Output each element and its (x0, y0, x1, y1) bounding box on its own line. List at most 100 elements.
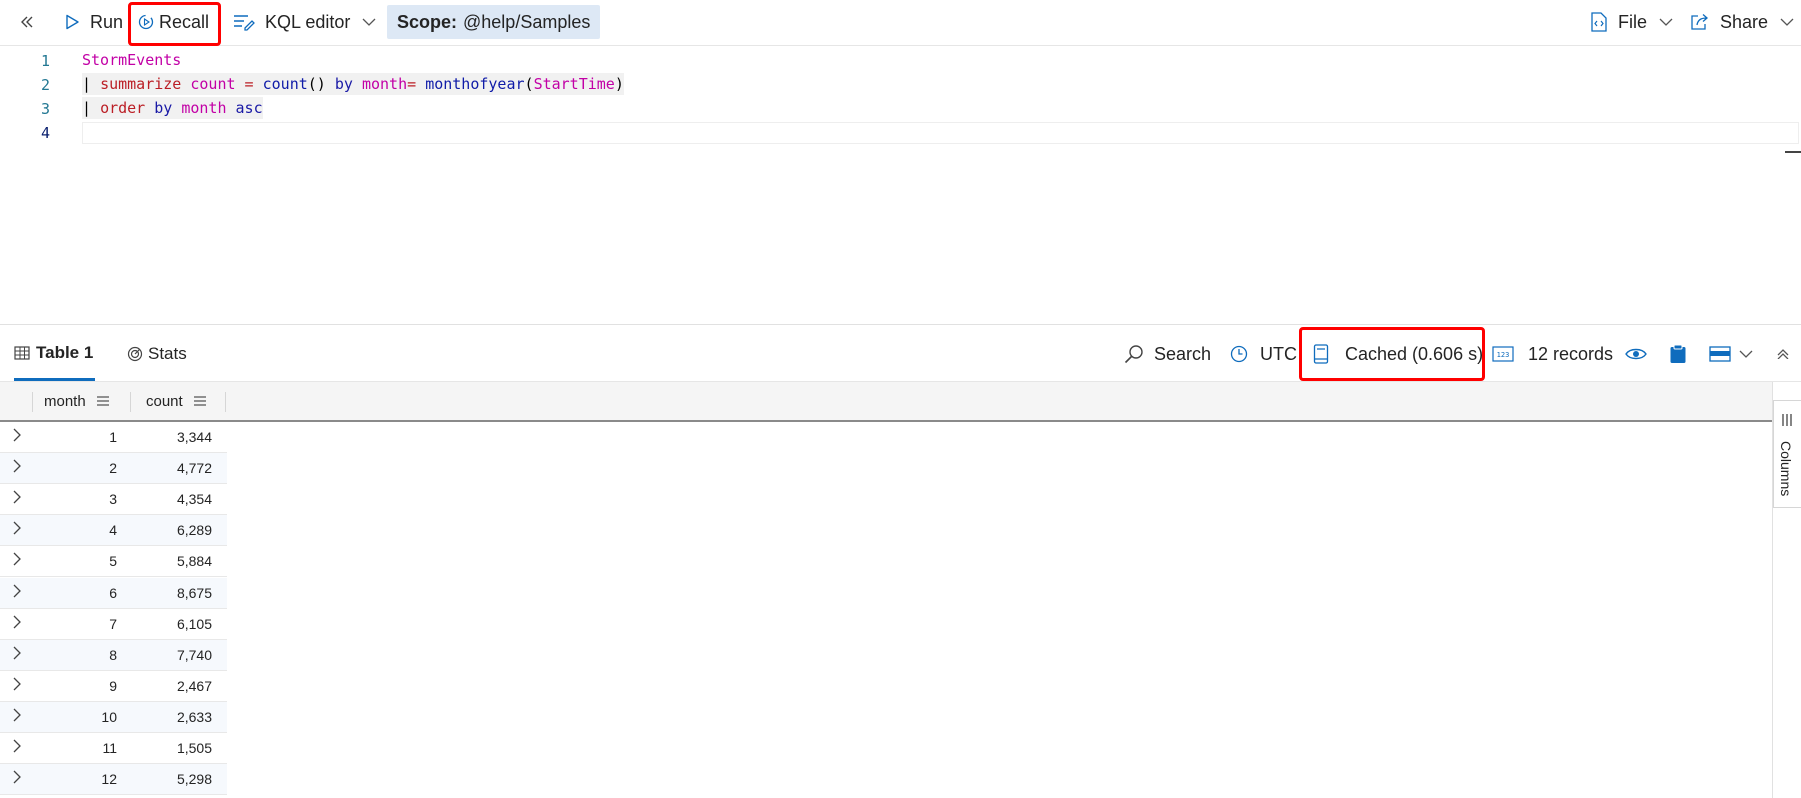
records-icon: 123 (1492, 346, 1514, 362)
layout-menu[interactable] (1709, 327, 1753, 381)
table-row[interactable]: 1 3,344 (0, 422, 227, 453)
chevron-right-icon[interactable] (12, 615, 22, 629)
cell-month: 2 (109, 460, 117, 477)
table-row[interactable]: 8 7,740 (0, 639, 227, 671)
chevron-right-icon[interactable] (12, 490, 22, 504)
query-toolbar: Run Recall KQL editor Scope: @help/Sampl… (0, 0, 1801, 46)
chevron-right-icon[interactable] (12, 552, 22, 566)
chevron-right-icon[interactable] (12, 459, 22, 473)
column-header-month[interactable]: month (44, 382, 110, 420)
records-label: 12 records (1528, 343, 1614, 364)
chevron-up-icon (1777, 349, 1789, 359)
cell-count: 4,354 (176, 491, 212, 508)
collapse-left-icon[interactable] (20, 0, 34, 44)
table-row[interactable]: 5 5,884 (0, 546, 227, 578)
chevron-right-icon[interactable] (12, 708, 22, 722)
scope-selector[interactable]: Scope: @help/Samples (387, 5, 601, 39)
code-token: count (262, 75, 308, 93)
code-token: month (181, 99, 236, 117)
cell-month: 7 (109, 615, 117, 632)
share-menu[interactable]: Share (1690, 0, 1794, 44)
code-token: month (361, 75, 408, 93)
grid-header: month count (0, 382, 1772, 422)
stats-icon (127, 346, 143, 362)
file-code-icon (1591, 12, 1607, 32)
eye-icon[interactable] (1625, 327, 1647, 381)
kql-editor-label: KQL editor (265, 11, 351, 32)
tab-table-1[interactable]: Table 1 (14, 327, 95, 381)
chevron-right-icon[interactable] (12, 646, 22, 660)
chevron-right-icon[interactable] (12, 521, 22, 535)
cached-indicator[interactable]: Cached (0.606 s) (1313, 327, 1483, 381)
code-token: by (154, 99, 182, 117)
cell-month: 5 (109, 553, 117, 570)
table-row[interactable]: 7 6,105 (0, 609, 227, 640)
cell-count: 2,467 (176, 677, 212, 694)
column-menu-icon[interactable] (193, 395, 207, 407)
run-button[interactable]: Run (64, 0, 123, 44)
recall-label: Recall (159, 11, 210, 32)
table-row[interactable]: 10 2,633 (0, 701, 227, 733)
chevron-down-icon (1739, 350, 1753, 358)
search-label: Search (1154, 343, 1212, 364)
table-row[interactable]: 4 6,289 (0, 515, 227, 547)
code-token: () (307, 75, 335, 93)
table-row[interactable]: 12 5,298 (0, 764, 227, 796)
table-row[interactable]: 11 1,505 (0, 733, 227, 764)
search-button[interactable]: Search (1124, 327, 1211, 381)
cell-count: 6,289 (176, 522, 212, 539)
kql-editor-dropdown[interactable]: KQL editor (233, 0, 376, 44)
cell-month: 3 (109, 491, 117, 508)
cell-count: 7,740 (176, 646, 212, 663)
cell-count: 4,772 (176, 460, 212, 477)
table-icon (14, 345, 30, 360)
code-line-2[interactable]: | summarize count = count() by month= mo… (82, 73, 624, 95)
file-label: File (1618, 11, 1648, 32)
table-row[interactable]: 2 4,772 (0, 453, 227, 485)
cell-count: 6,105 (176, 615, 212, 632)
table-row[interactable]: 3 4,354 (0, 484, 227, 516)
cell-count: 5,298 (176, 771, 212, 788)
line-number: 3 (40, 100, 50, 118)
cell-count: 1,505 (176, 740, 212, 756)
utc-toggle[interactable]: UTC (1230, 327, 1297, 381)
query-editor[interactable]: 1 2 3 4 StormEvents | summarize count = … (0, 46, 1801, 325)
table-row[interactable]: 6 8,675 (0, 577, 227, 609)
collapse-results-button[interactable] (1776, 327, 1790, 381)
chevron-right-icon[interactable] (12, 677, 22, 691)
share-label: Share (1720, 11, 1769, 32)
cell-month: 12 (101, 771, 117, 788)
cell-month: 4 (109, 522, 117, 539)
code-line-3[interactable]: | order by month asc (82, 97, 263, 119)
cell-count: 8,675 (176, 584, 212, 601)
chevron-right-icon[interactable] (12, 770, 22, 784)
clipboard-icon[interactable] (1669, 327, 1687, 381)
tab-stats[interactable]: Stats (127, 327, 187, 381)
run-label: Run (90, 11, 124, 32)
cell-month: 10 (101, 708, 117, 725)
chevron-right-icon[interactable] (12, 584, 22, 598)
code-token: | (82, 99, 101, 117)
code-line-1[interactable]: StormEvents (82, 49, 181, 71)
tab-stats-label: Stats (148, 344, 187, 363)
table-row[interactable]: 9 2,467 (0, 671, 227, 702)
recall-button[interactable]: Recall (137, 0, 209, 44)
chevron-right-icon[interactable] (12, 428, 22, 442)
cache-icon (1313, 344, 1329, 364)
cell-count: 3,344 (176, 429, 212, 445)
cell-month: 11 (102, 740, 117, 756)
columns-icon (1782, 414, 1792, 426)
cell-month: 8 (109, 646, 117, 663)
column-menu-icon[interactable] (96, 395, 110, 407)
chevron-right-icon[interactable] (12, 739, 22, 753)
scope-prefix: Scope: (397, 11, 458, 32)
cell-count: 2,633 (176, 708, 212, 725)
code-token: summarize (100, 75, 191, 93)
scope-value: @help/Samples (463, 11, 591, 32)
column-header-count[interactable]: count (146, 382, 207, 420)
file-menu[interactable]: File (1590, 0, 1673, 44)
share-icon (1691, 14, 1708, 30)
records-count: 123 12 records (1492, 327, 1613, 381)
columns-label: Columns (1778, 441, 1794, 497)
columns-panel-toggle[interactable]: Columns (1773, 400, 1801, 508)
